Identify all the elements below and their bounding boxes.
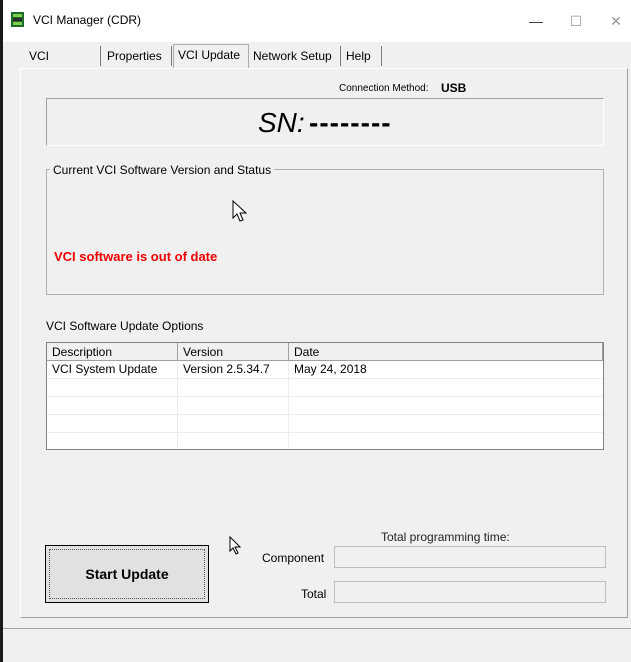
minimize-button[interactable]: — <box>516 8 556 34</box>
start-update-label: Start Update <box>49 549 205 599</box>
connection-method-value: USB <box>441 81 467 95</box>
empty-cell <box>47 397 178 414</box>
empty-row <box>47 433 603 449</box>
empty-cell <box>47 379 178 396</box>
title-bar[interactable]: VCI Manager (CDR) — ☐ ✕ <box>3 0 631 42</box>
mouse-cursor-icon <box>229 536 242 555</box>
status-groupbox <box>46 169 604 295</box>
status-group-title: Current VCI Software Version and Status <box>50 163 275 177</box>
start-update-button[interactable]: Start Update <box>45 545 209 603</box>
status-message: VCI software is out of date <box>54 249 218 264</box>
serial-number-value: -------- <box>309 107 392 138</box>
tab-properties[interactable]: Properties <box>103 46 172 66</box>
empty-cell <box>178 397 289 414</box>
update-options-list[interactable]: Description Version Date VCI System Upda… <box>46 342 604 450</box>
table-row[interactable]: VCI System Update Version 2.5.34.7 May 2… <box>47 361 603 379</box>
empty-row <box>47 379 603 397</box>
tab-vci-update[interactable]: VCI Update <box>173 44 249 68</box>
empty-row <box>47 397 603 415</box>
column-header-version[interactable]: Version <box>178 343 289 361</box>
cell-version: Version 2.5.34.7 <box>178 361 289 378</box>
empty-cell <box>178 433 289 449</box>
window-title: VCI Manager (CDR) <box>33 13 142 27</box>
status-divider <box>3 628 631 629</box>
connection-method-label: Connection Method: <box>339 83 429 94</box>
empty-cell <box>178 379 289 396</box>
tab-strip: VCI Explorer Properties VCI Update Netwo… <box>3 42 631 83</box>
serial-number-label: SN: <box>258 107 305 138</box>
cell-description: VCI System Update <box>47 361 178 378</box>
programming-time-title: Total programming time: <box>381 530 510 544</box>
column-header-description[interactable]: Description <box>47 343 178 361</box>
component-progress-field <box>334 546 606 568</box>
column-header-date[interactable]: Date <box>289 343 603 361</box>
empty-row <box>47 415 603 433</box>
empty-cell <box>47 433 178 449</box>
tab-help[interactable]: Help <box>342 46 382 66</box>
tab-vci-explorer[interactable]: VCI Explorer <box>25 46 101 83</box>
cell-date: May 24, 2018 <box>294 362 367 376</box>
window-left-border <box>0 0 3 662</box>
component-label: Component <box>262 551 325 565</box>
maximize-button[interactable]: ☐ <box>556 8 596 34</box>
empty-cell <box>47 415 178 432</box>
total-label: Total <box>301 587 327 601</box>
close-button[interactable]: ✕ <box>596 8 631 34</box>
update-options-label: VCI Software Update Options <box>46 319 204 333</box>
tab-network-setup[interactable]: Network Setup <box>249 46 341 66</box>
list-header: Description Version Date <box>47 343 603 361</box>
empty-cell <box>178 415 289 432</box>
total-progress-field <box>334 581 606 603</box>
mouse-cursor-icon <box>232 200 248 222</box>
app-icon <box>11 12 24 27</box>
